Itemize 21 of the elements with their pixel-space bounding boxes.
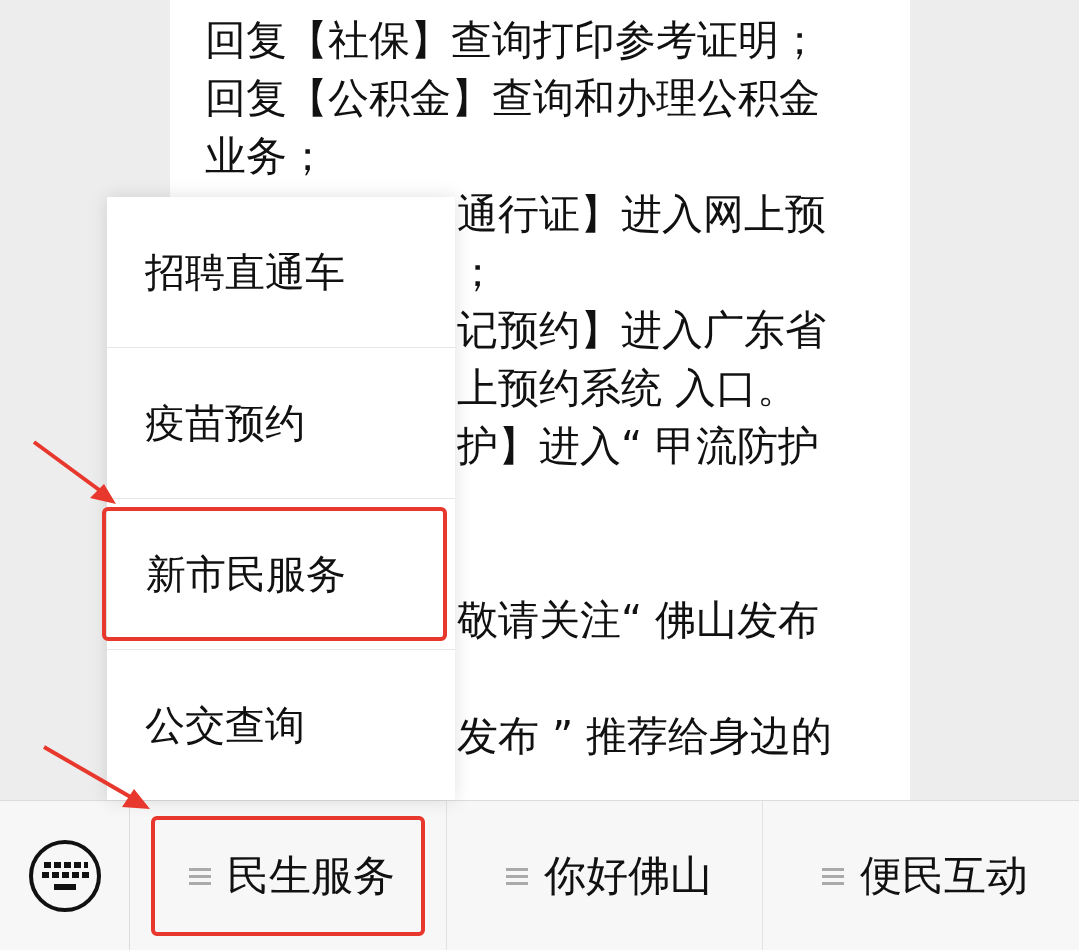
message-text: 回复【公积金】查询和办理公积金 [205, 74, 820, 122]
menu-item[interactable]: 新市民服务 [102, 507, 447, 641]
message-text: 记预约】进入广东省 [457, 306, 826, 354]
message-text: 回复【社保】查询打印参考证明； [205, 16, 820, 64]
menu-lines-icon [505, 865, 528, 886]
menu-tab[interactable]: 你好佛山 [467, 815, 742, 936]
message-text: 护】进入“ 甲流防护 [457, 422, 820, 470]
message-text: 上预约系统 入口。 [457, 364, 799, 412]
menu-item[interactable]: 疫苗预约 [102, 356, 447, 490]
menu-lines-icon [822, 865, 845, 886]
menu-tab[interactable]: 便民互动 [784, 815, 1059, 936]
message-text: 业务； [205, 132, 328, 180]
menu-item[interactable]: 招聘直通车 [102, 205, 447, 339]
keyboard-icon[interactable] [26, 837, 103, 914]
message-text: 发布 ” 推荐给身边的 [457, 712, 833, 760]
menu-tab[interactable]: 民生服务 [150, 815, 425, 936]
menu-lines-icon [188, 865, 211, 886]
message-text: 通行证】进入网上预 [457, 190, 826, 238]
menu-item[interactable]: 公交查询 [102, 658, 447, 792]
message-text: ； [457, 248, 498, 296]
message-text: 敬请关注“ 佛山发布 [457, 596, 820, 644]
